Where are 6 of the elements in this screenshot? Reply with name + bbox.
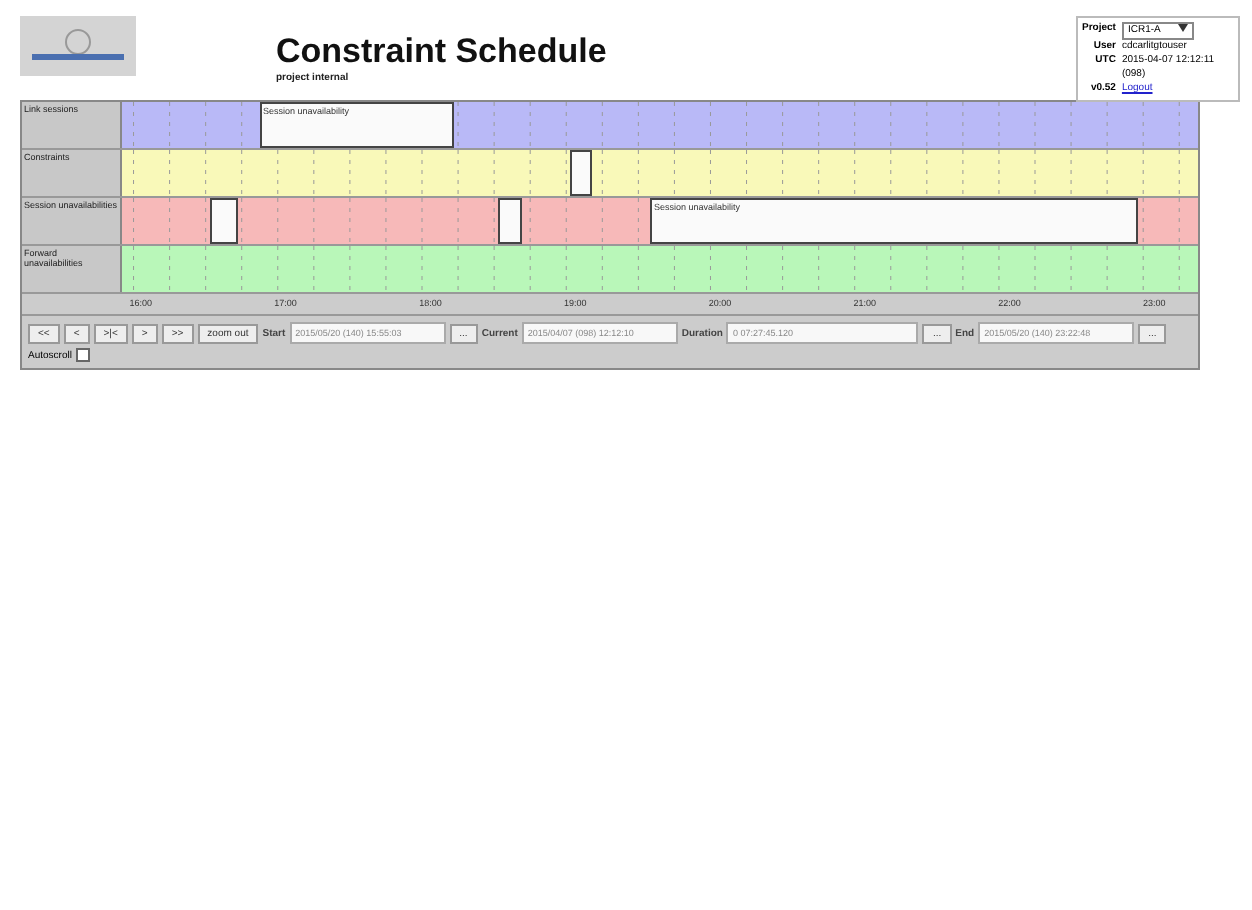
unavailability-bar[interactable] [570,150,593,196]
caret-icon [1177,24,1188,32]
unavailability-bar[interactable] [498,198,523,244]
autoscroll-checkbox[interactable] [75,348,90,362]
unavailability-bar[interactable] [209,198,238,244]
page-title: Constraint Schedule [276,32,607,72]
